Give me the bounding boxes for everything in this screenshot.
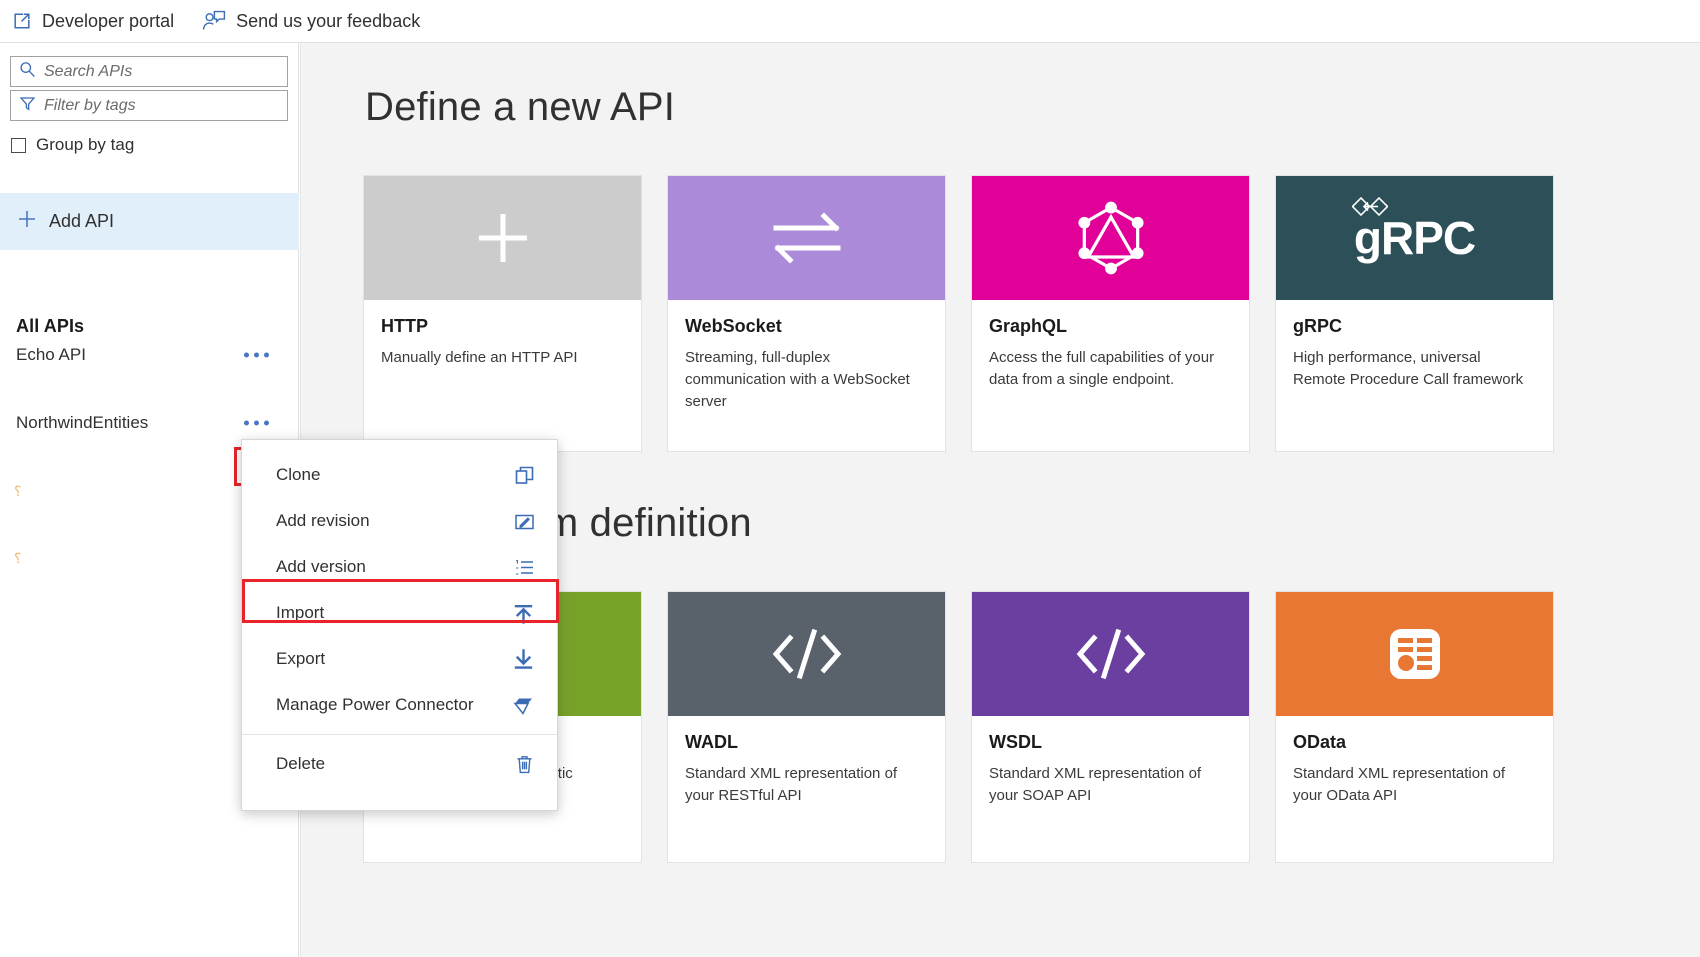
menu-item-clone[interactable]: Clone <box>242 452 557 498</box>
card-title: OData <box>1293 732 1347 752</box>
menu-divider <box>242 734 557 735</box>
card-title: WADL <box>685 732 738 752</box>
top-command-bar: Developer portal Send us your feedback <box>0 0 1700 43</box>
menu-item-label: Add version <box>276 557 366 576</box>
card-banner <box>972 176 1249 300</box>
person-feedback-icon <box>202 10 226 32</box>
menu-item-label: Clone <box>276 465 321 484</box>
card-http[interactable]: HTTP Manually define an HTTP API <box>363 175 642 452</box>
numbered-list-icon <box>514 557 535 578</box>
card-banner <box>668 176 945 300</box>
card-description: Standard XML representation of your REST… <box>685 765 898 804</box>
export-arrow-down-icon <box>512 648 535 671</box>
menu-item-label: Manage Power Connector <box>276 695 474 714</box>
import-arrow-up-icon <box>512 602 535 625</box>
group-by-tag-label: Group by tag <box>36 135 135 154</box>
menu-item-add-version[interactable]: Add version <box>242 544 557 590</box>
hidden-api-row-1: ⸮ <box>14 483 24 499</box>
power-connector-icon <box>512 694 535 717</box>
card-banner <box>364 176 641 300</box>
menu-item-delete[interactable]: Delete <box>242 741 557 787</box>
menu-item-manage-power-connector[interactable]: Manage Power Connector <box>242 682 557 728</box>
define-new-api-title: Define a new API <box>365 85 676 129</box>
card-wadl[interactable]: WADL Standard XML representation of your… <box>667 591 946 863</box>
filter-by-tags-field[interactable]: Filter by tags <box>10 90 288 121</box>
ellipsis-icon[interactable] <box>244 420 269 426</box>
send-feedback-label: Send us your feedback <box>236 11 421 31</box>
card-websocket[interactable]: WebSocket Streaming, full-duplex communi… <box>667 175 946 452</box>
card-description: Manually define an HTTP API <box>381 349 578 366</box>
send-feedback-button[interactable]: Send us your feedback <box>188 0 434 43</box>
add-api-button[interactable]: Add API <box>0 193 299 250</box>
group-by-tag-checkbox[interactable]: Group by tag <box>11 135 298 155</box>
external-link-icon <box>12 11 32 31</box>
card-graphql[interactable]: GraphQL Access the full capabilities of … <box>971 175 1250 452</box>
bidirectional-arrows-icon <box>773 212 840 264</box>
edit-box-icon <box>514 511 535 532</box>
card-title: gRPC <box>1293 316 1342 336</box>
code-tags-icon <box>1076 628 1145 680</box>
filter-tags-input[interactable]: Filter by tags <box>44 97 136 115</box>
all-apis-header: All APIs <box>16 316 85 336</box>
sidebar-item-echo-api[interactable]: Echo API <box>0 335 299 375</box>
card-odata[interactable]: OData Standard XML representation of you… <box>1275 591 1554 863</box>
card-grpc[interactable]: gRPC gRPC High performance, universal Re… <box>1275 175 1554 452</box>
define-api-card-grid: HTTP Manually define an HTTP API WebSock… <box>363 175 1554 452</box>
card-title: HTTP <box>381 316 428 336</box>
card-description: Standard XML representation of your SOAP… <box>989 765 1202 804</box>
card-wsdl[interactable]: WSDL Standard XML representation of your… <box>971 591 1250 863</box>
api-name-label: NorthwindEntities <box>16 413 149 432</box>
trash-icon <box>514 754 535 775</box>
odata-table-icon <box>1389 629 1440 679</box>
clone-icon <box>514 465 535 486</box>
card-title: WebSocket <box>685 316 782 336</box>
menu-item-label: Delete <box>276 754 326 773</box>
grpc-logo-icon: gRPC <box>1351 197 1476 265</box>
menu-item-label: Import <box>276 603 325 622</box>
menu-item-import[interactable]: Import <box>242 590 557 636</box>
plus-icon <box>16 208 38 235</box>
api-context-menu: Clone Add revision Add version Import Ex… <box>241 439 559 811</box>
menu-item-label: Export <box>276 649 326 668</box>
hidden-api-row-2: ⸮ <box>14 550 24 566</box>
card-title: GraphQL <box>989 316 1068 336</box>
code-tags-icon <box>772 628 841 680</box>
card-banner <box>972 592 1249 716</box>
card-description: Access the full capabilities of your dat… <box>989 349 1215 388</box>
menu-item-export[interactable]: Export <box>242 636 557 682</box>
ellipsis-icon[interactable] <box>244 352 269 358</box>
card-banner <box>668 592 945 716</box>
menu-item-label: Add revision <box>276 511 370 530</box>
plus-icon <box>478 214 527 262</box>
card-banner: gRPC <box>1276 176 1553 300</box>
card-description: Streaming, full-duplex communication wit… <box>685 349 910 410</box>
developer-portal-button[interactable]: Developer portal <box>0 0 188 43</box>
card-banner <box>1276 592 1553 716</box>
funnel-icon <box>19 95 36 117</box>
api-name-label: Echo API <box>16 345 86 364</box>
search-input[interactable]: Search APIs <box>44 63 132 81</box>
card-description: Standard XML representation of your ODat… <box>1293 765 1506 804</box>
add-api-label: Add API <box>49 211 115 231</box>
search-icon <box>19 61 36 83</box>
sidebar-item-northwindentities[interactable]: NorthwindEntities <box>0 403 299 443</box>
checkbox-box-icon <box>11 137 26 153</box>
developer-portal-label: Developer portal <box>42 11 175 31</box>
search-apis-field[interactable]: Search APIs <box>10 56 288 87</box>
graphql-icon <box>1077 201 1144 275</box>
card-description: High performance, universal Remote Proce… <box>1293 349 1524 388</box>
card-title: WSDL <box>989 732 1042 752</box>
menu-item-add-revision[interactable]: Add revision <box>242 498 557 544</box>
